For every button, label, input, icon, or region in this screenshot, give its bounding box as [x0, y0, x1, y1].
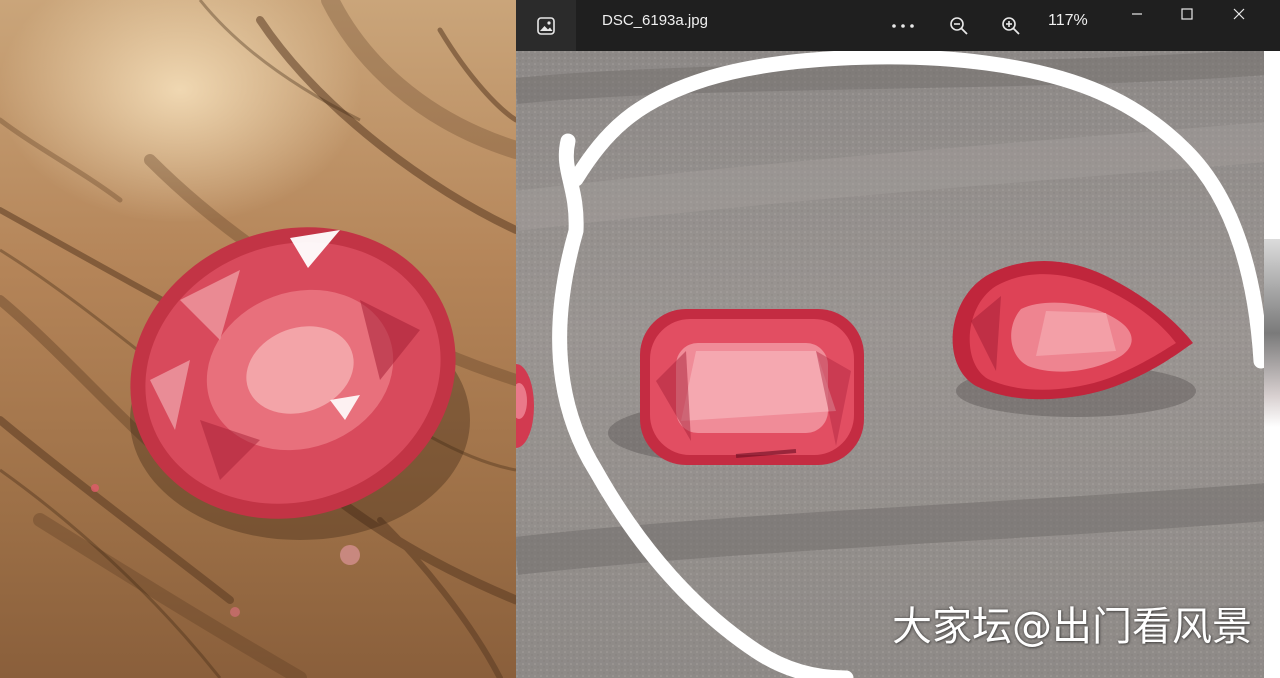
zoom-level[interactable]: 117% [1048, 12, 1088, 30]
watermark-text: 大家坛@出门看风景 [892, 604, 1252, 650]
zoom-in-icon[interactable] [996, 0, 1026, 51]
background-gem-photo [0, 0, 516, 678]
image-canvas[interactable]: 大家坛@出门看风景 [516, 51, 1280, 678]
maximize-icon[interactable] [1172, 0, 1202, 39]
title-bar: DSC_6193a.jpg 117% [516, 0, 1280, 51]
file-name: DSC_6193a.jpg [602, 12, 708, 29]
oval-gem-shape [130, 227, 456, 519]
close-icon[interactable] [1224, 0, 1254, 39]
adjacent-image-edge [1264, 51, 1280, 678]
minimize-icon[interactable] [1122, 0, 1152, 39]
photos-icon[interactable] [516, 0, 576, 51]
zoom-out-icon[interactable] [944, 0, 974, 51]
photo-viewer-window: DSC_6193a.jpg 117% 大家坛@出门看风景 [516, 0, 1280, 678]
cushion-gem-shape [608, 309, 864, 465]
more-icon[interactable] [888, 0, 918, 51]
